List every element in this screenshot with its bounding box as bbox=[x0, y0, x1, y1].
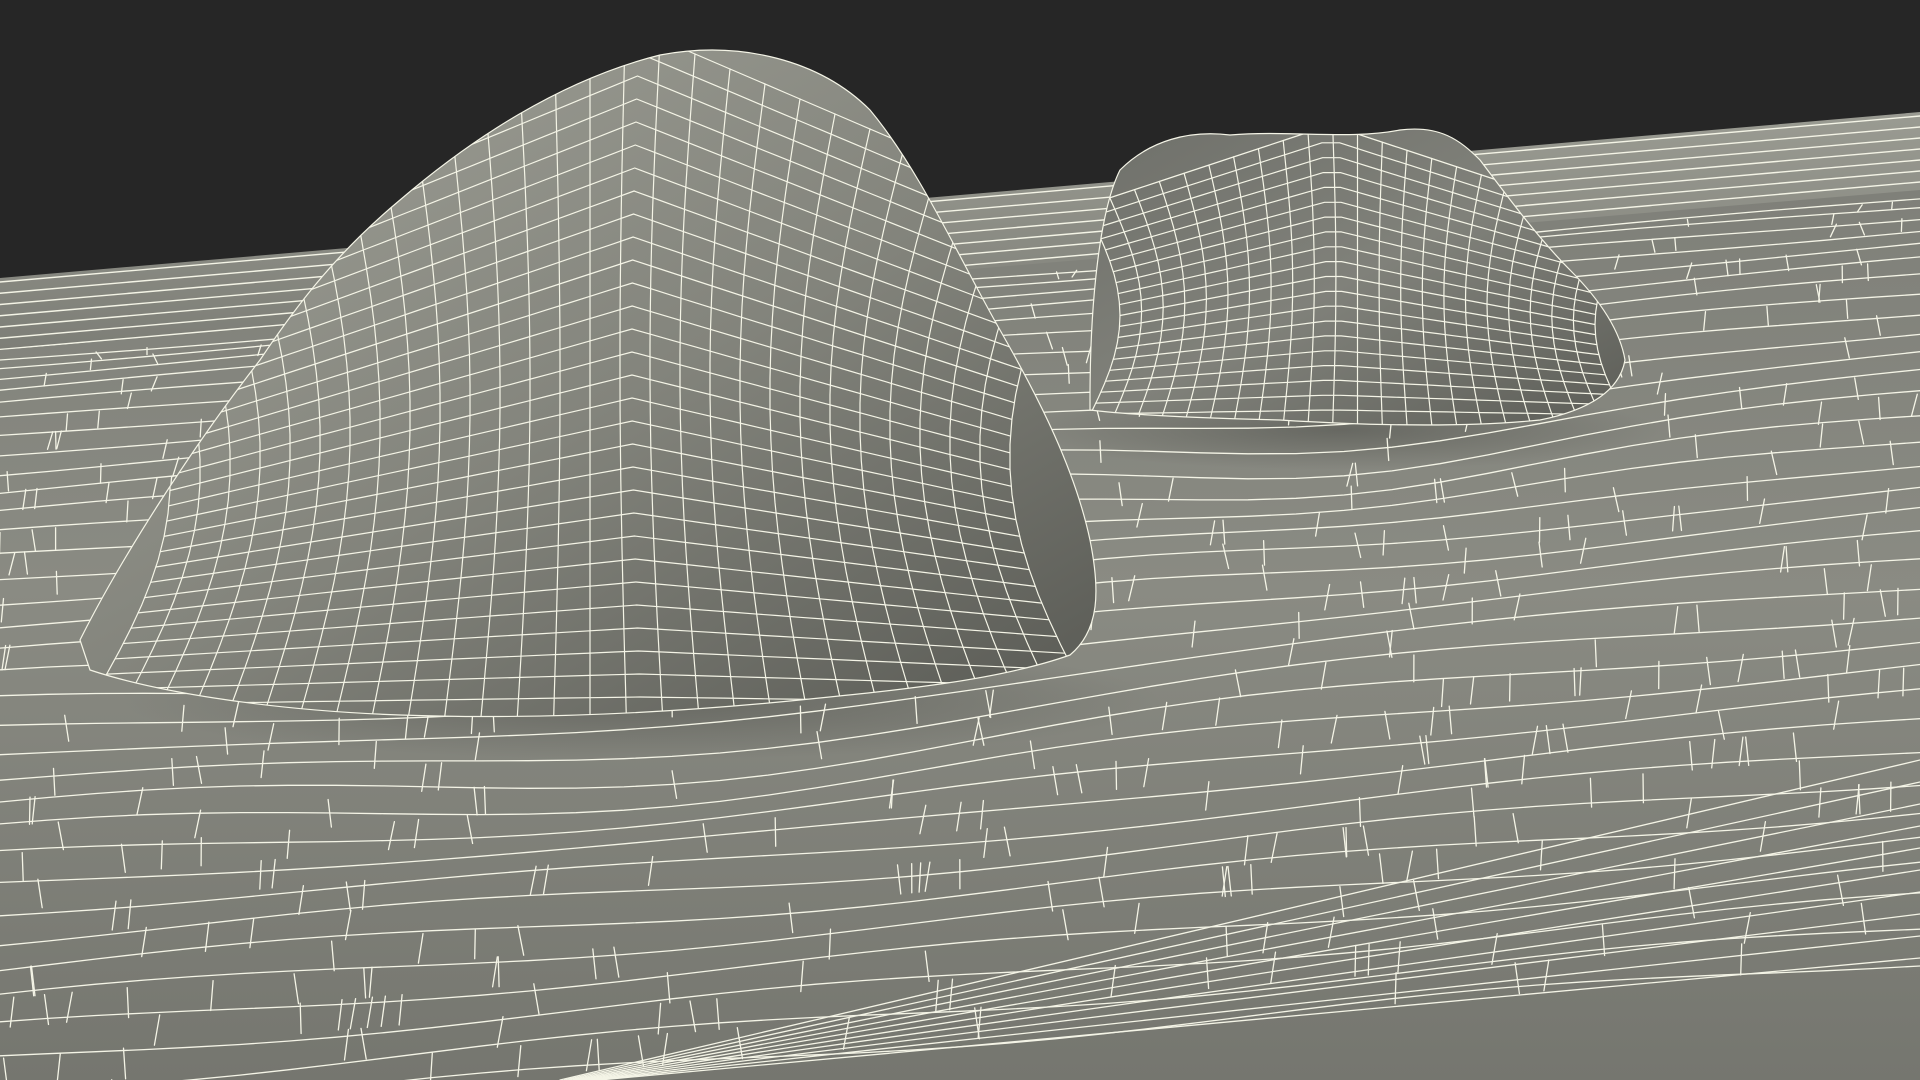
wireframe-scene bbox=[0, 0, 1920, 1080]
